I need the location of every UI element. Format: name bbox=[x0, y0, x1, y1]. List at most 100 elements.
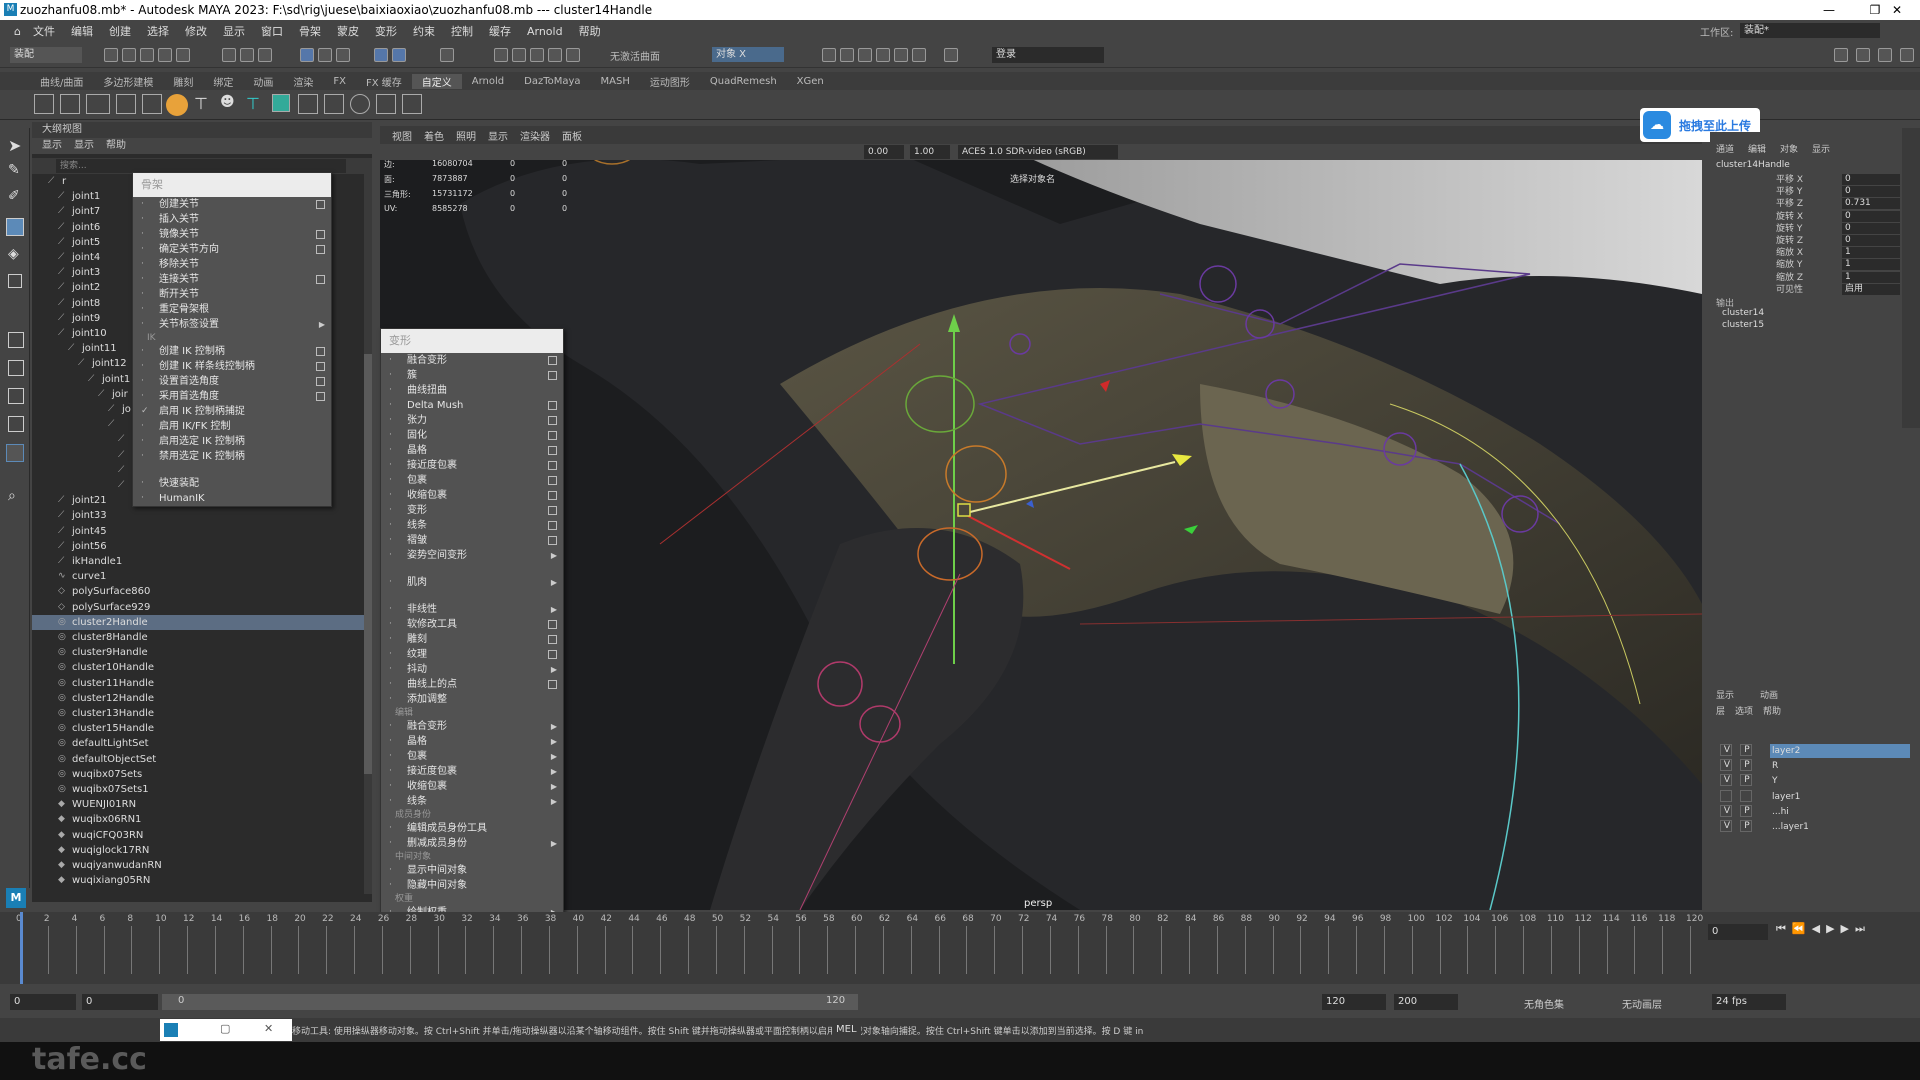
outliner-item[interactable]: ◆ wuqiCFQ03RN bbox=[32, 828, 364, 843]
option-box-icon[interactable] bbox=[316, 245, 325, 254]
vp-menu-view[interactable]: 视图 bbox=[386, 128, 418, 143]
skeleton-menu-item[interactable]: · 镜像关节 bbox=[133, 227, 331, 242]
shelf-tab-motion-graphics[interactable]: 运动图形 bbox=[640, 74, 700, 89]
deform-menu-item[interactable]: · 抖动 ▶ bbox=[381, 662, 563, 677]
shelf-tab-quadremesh[interactable]: QuadRemesh bbox=[700, 76, 787, 87]
layer-v[interactable]: V bbox=[1720, 774, 1732, 787]
outliner-scrollbar[interactable] bbox=[364, 174, 372, 894]
cb-attr-name[interactable]: 旋转 Y bbox=[1776, 223, 1802, 235]
menu-cache[interactable]: 缓存 bbox=[481, 23, 519, 39]
cb-attr-name[interactable]: 平移 Y bbox=[1776, 186, 1802, 198]
cb-attr-value[interactable]: 0 bbox=[1842, 235, 1900, 246]
skeleton-menu-item[interactable]: · 关节标签设置 ▶ bbox=[133, 317, 331, 332]
menu-constrain[interactable]: 约束 bbox=[405, 23, 443, 39]
cb-attr-value[interactable]: 1 bbox=[1842, 247, 1900, 259]
mask3-icon[interactable] bbox=[336, 48, 350, 62]
scale-tool-icon[interactable] bbox=[8, 274, 22, 288]
outliner-item[interactable]: ◎ cluster12Handle bbox=[32, 691, 364, 706]
live-surface-field[interactable]: 无激活曲面 bbox=[610, 48, 660, 63]
deform-menu-item[interactable]: · 线条 ▶ bbox=[381, 794, 563, 809]
cb-attr-name[interactable]: 平移 Z bbox=[1776, 198, 1803, 210]
deform-menu-item[interactable]: · 软修改工具 bbox=[381, 617, 563, 632]
outliner-item[interactable]: ◆ wuqiglock17RN bbox=[32, 843, 364, 858]
option-box-icon[interactable] bbox=[548, 401, 557, 410]
snap-view-icon[interactable] bbox=[548, 48, 562, 62]
current-frame-field[interactable]: 0 bbox=[1708, 924, 1768, 940]
undo-icon[interactable] bbox=[158, 48, 172, 62]
outliner-item[interactable]: ∿ curve1 bbox=[32, 569, 364, 584]
outliner-item[interactable]: ◎ wuqibx07Sets1 bbox=[32, 782, 364, 797]
deform-menu-item[interactable]: · Delta Mush bbox=[381, 398, 563, 413]
close-button[interactable]: ✕ bbox=[1874, 0, 1920, 20]
render-setup-icon[interactable] bbox=[894, 48, 908, 62]
select-component-icon[interactable] bbox=[258, 48, 272, 62]
layer-p[interactable]: P bbox=[1740, 744, 1752, 756]
deform-menu-item[interactable]: · 融合变形 bbox=[381, 353, 563, 368]
skeleton-menu-item[interactable]: · 移除关节 bbox=[133, 257, 331, 272]
time-slider[interactable]: 0 2 4 6 8 10 12 14 16 18 20 22 24 26 28 30 32 34 36 38 40 42 4… bbox=[0, 912, 1920, 984]
select-tool-icon[interactable]: ➤ bbox=[8, 136, 21, 155]
deform-menu-item[interactable]: · 姿势空间变形 ▶ bbox=[381, 548, 563, 563]
shelf-tab-xgen[interactable]: XGen bbox=[787, 76, 834, 87]
shelf-button-3[interactable] bbox=[86, 94, 110, 114]
layer-v[interactable]: V bbox=[1720, 820, 1732, 832]
outliner-item[interactable]: ◆ wuqibx06RN1 bbox=[32, 812, 364, 827]
layer-row[interactable]: VP Y bbox=[1716, 774, 1910, 788]
deform-menu-item[interactable]: · 收缩包裹 ▶ bbox=[381, 779, 563, 794]
layer-row[interactable]: V Player2 bbox=[1716, 744, 1910, 758]
current-time-marker[interactable] bbox=[20, 912, 23, 984]
cb-output-2[interactable]: cluster15 bbox=[1722, 320, 1764, 330]
toggle-panel3-icon[interactable] bbox=[1878, 48, 1892, 62]
shelf-button-12[interactable] bbox=[324, 94, 344, 114]
deform-menu-item[interactable]: · 簇 bbox=[381, 368, 563, 383]
outliner-item[interactable]: ◎ cluster10Handle bbox=[32, 660, 364, 675]
cb-object-name[interactable]: cluster14Handle bbox=[1716, 160, 1790, 170]
option-box-icon[interactable] bbox=[548, 650, 557, 659]
layout-two-icon[interactable] bbox=[8, 388, 24, 404]
select-object-icon[interactable] bbox=[240, 48, 254, 62]
char-set-dropdown[interactable]: 无角色集 bbox=[1524, 996, 1564, 1011]
gamma-field[interactable]: 1.00 bbox=[910, 145, 950, 159]
skeleton-menu-item[interactable]: · 启用 IK/FK 控制 bbox=[133, 419, 331, 434]
light-editor-icon[interactable] bbox=[912, 48, 926, 62]
outliner-item[interactable]: ⟋ joint45 bbox=[32, 524, 364, 539]
playback-end-field[interactable]: 120 bbox=[1322, 994, 1386, 1010]
outliner-item[interactable]: ◇ polySurface929 bbox=[32, 600, 364, 615]
outliner-item[interactable]: ◎ cluster8Handle bbox=[32, 630, 364, 645]
playback-start-field[interactable]: 0 bbox=[82, 994, 158, 1010]
layer-p[interactable] bbox=[1740, 789, 1752, 802]
option-box-icon[interactable] bbox=[548, 446, 557, 455]
cb-attr-value[interactable]: 0 bbox=[1842, 174, 1900, 185]
deform-menu-item[interactable]: · 肌肉 ▶ bbox=[381, 575, 563, 590]
pause-icon[interactable] bbox=[944, 48, 958, 62]
select-hierarchy-icon[interactable] bbox=[222, 48, 236, 62]
outliner-item[interactable]: ◎ cluster13Handle bbox=[32, 706, 364, 721]
cb-attr-name[interactable]: 可见性 bbox=[1776, 284, 1803, 296]
deform-menu-item[interactable]: · 晶格 ▶ bbox=[381, 734, 563, 749]
cb-attr-name[interactable]: 旋转 Z bbox=[1776, 235, 1803, 247]
open-scene-icon[interactable] bbox=[122, 48, 136, 62]
layout-four-icon[interactable] bbox=[8, 360, 24, 376]
cb-output-1[interactable]: cluster14 bbox=[1722, 308, 1764, 318]
deform-menu-item[interactable]: · 晶格 bbox=[381, 443, 563, 458]
shelf-button-2[interactable] bbox=[60, 94, 80, 114]
joint-tool-icon[interactable]: ⊤ bbox=[194, 94, 214, 114]
lasso-tool-icon[interactable]: ✎ bbox=[8, 162, 20, 178]
deform-menu-item[interactable]: · 融合变形 ▶ bbox=[381, 719, 563, 734]
option-box-icon[interactable] bbox=[548, 536, 557, 545]
menu-control[interactable]: 控制 bbox=[443, 23, 481, 39]
outliner-menu-display[interactable]: 显示 bbox=[42, 138, 62, 154]
toggle-panel2-icon[interactable] bbox=[1856, 48, 1870, 62]
play-icon[interactable]: ▶ bbox=[1826, 922, 1840, 935]
menu-create[interactable]: 创建 bbox=[101, 23, 139, 39]
skeleton-menu-item[interactable]: · 创建 IK 控制柄 bbox=[133, 344, 331, 359]
shelf-tab-mash[interactable]: MASH bbox=[591, 76, 640, 87]
layer-menu-help[interactable]: 帮助 bbox=[1763, 704, 1781, 717]
rotate-tool-icon[interactable]: ◈ bbox=[8, 246, 19, 262]
option-box-icon[interactable] bbox=[316, 377, 325, 386]
option-box-icon[interactable] bbox=[316, 392, 325, 401]
mask4-icon[interactable] bbox=[374, 48, 388, 62]
skeleton-menu-item[interactable]: ✓ 启用 IK 控制柄捕捉 bbox=[133, 404, 331, 419]
minimize-button[interactable]: — bbox=[1806, 0, 1852, 20]
skull-icon[interactable]: ☻ bbox=[220, 94, 240, 114]
